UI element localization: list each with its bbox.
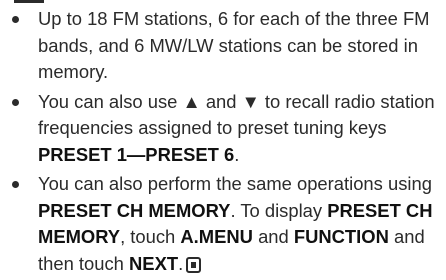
note-text: and <box>252 226 294 247</box>
note-text: , touch <box>120 226 181 247</box>
note-item: You can also perform the same operations… <box>6 171 436 277</box>
key-label: PRESET 1—PRESET 6 <box>38 143 235 165</box>
menu-label: PRESET CH MEMORY <box>38 199 231 221</box>
key-label: A.MENU <box>180 226 253 247</box>
note-text: Up to 18 FM stations, 6 for each of the … <box>38 8 435 82</box>
key-label: FUNCTION <box>293 226 389 247</box>
note-text: . <box>178 252 184 274</box>
section-rule <box>14 0 44 3</box>
note-text: . <box>234 143 240 165</box>
note-text: . To display <box>230 199 328 221</box>
bullet-icon <box>12 181 19 188</box>
end-of-section-icon <box>186 256 202 273</box>
note-text: You can also perform the same operations… <box>38 173 438 194</box>
note-text: You can also use ▲ and ▼ to recall radio… <box>38 90 440 139</box>
key-label: NEXT <box>129 252 179 274</box>
note-item: Up to 18 FM stations, 6 for each of the … <box>6 6 436 86</box>
bullet-icon <box>12 16 19 23</box>
note-item: You can also use ▲ and ▼ to recall radio… <box>6 89 436 169</box>
bullet-icon <box>12 98 19 106</box>
notes-list: Up to 18 FM stations, 6 for each of the … <box>6 6 436 280</box>
